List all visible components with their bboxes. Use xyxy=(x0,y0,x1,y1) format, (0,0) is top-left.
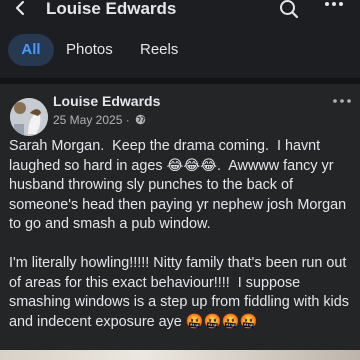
tab-reels[interactable]: Reels xyxy=(140,34,178,66)
profile-photo-icon xyxy=(10,98,48,136)
post-paragraph: I'm literally howling!!!!! Nitty family … xyxy=(9,255,353,330)
post-text: Sarah Morgan. Keep the drama coming. I h… xyxy=(9,137,355,332)
tab-photos[interactable]: Photos xyxy=(66,34,113,66)
meta-separator: · xyxy=(122,113,134,127)
post-image[interactable] xyxy=(0,350,360,360)
search-icon[interactable] xyxy=(278,0,300,20)
globe-icon xyxy=(135,114,146,125)
more-options-icon[interactable] xyxy=(322,0,346,20)
tab-all[interactable]: All xyxy=(8,34,54,66)
filter-tabs: All Photos Reels xyxy=(0,30,360,70)
post-author[interactable]: Louise Edwards xyxy=(53,93,160,109)
top-bar: Louise Edwards xyxy=(0,0,360,22)
post-options-icon[interactable] xyxy=(332,96,352,106)
post-meta: 25 May 2025 · xyxy=(53,113,146,127)
post-paragraph: Sarah Morgan. Keep the drama coming. I h… xyxy=(9,138,351,232)
page-title: Louise Edwards xyxy=(46,0,177,18)
avatar[interactable] xyxy=(10,98,48,136)
post-card: Louise Edwards 25 May 2025 · Sarah Morga… xyxy=(0,84,360,360)
back-arrow-icon[interactable] xyxy=(10,0,32,19)
post-date[interactable]: 25 May 2025 xyxy=(53,113,122,127)
